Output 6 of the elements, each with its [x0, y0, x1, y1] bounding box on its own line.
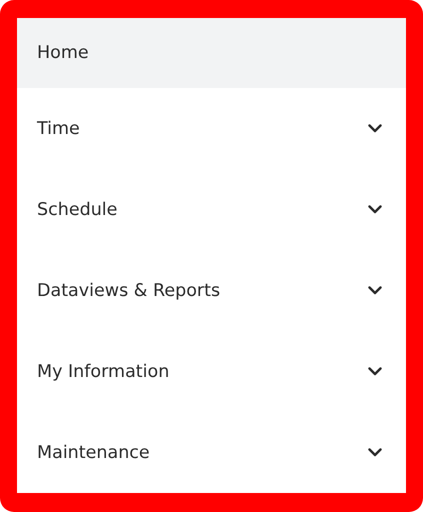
chevron-icon [368, 448, 382, 457]
menu-item[interactable]: Home [17, 18, 406, 88]
chevron-icon [368, 367, 382, 376]
chevron-icon [368, 286, 382, 295]
chevron-icon [368, 124, 382, 133]
chevron-icon [368, 205, 382, 214]
